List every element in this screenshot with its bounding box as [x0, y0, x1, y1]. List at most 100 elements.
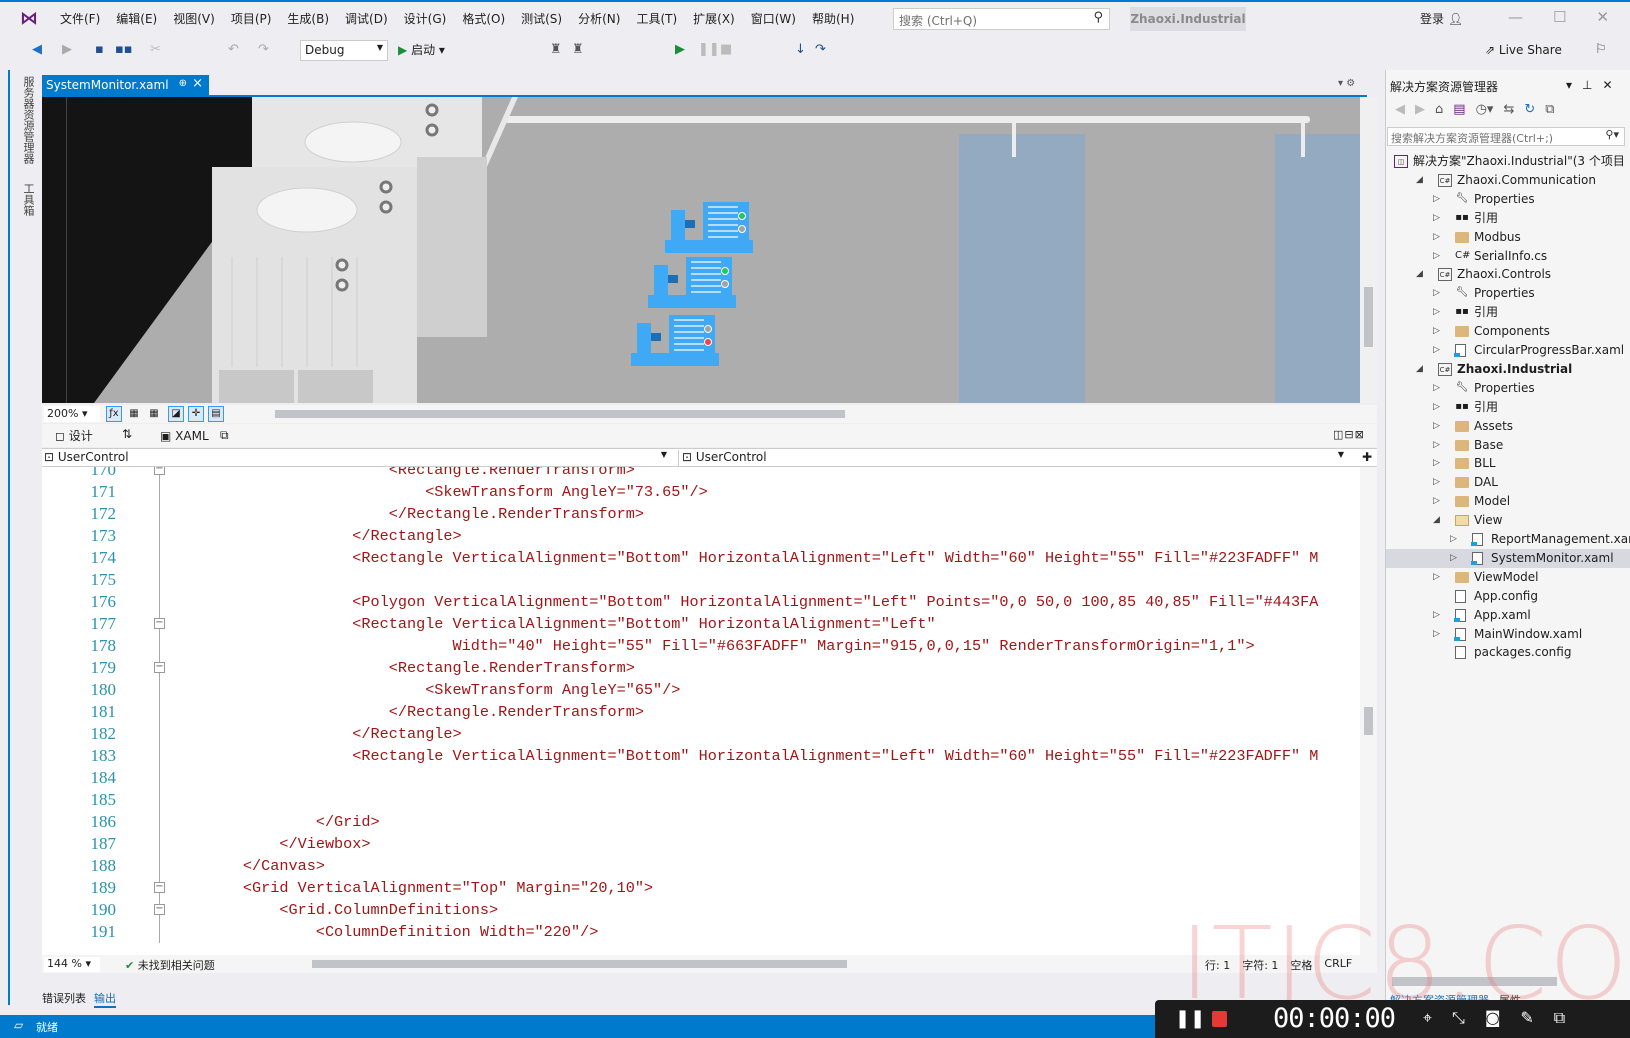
element-dropdown-right[interactable]: ⊡ UserControl ▼ [678, 450, 1346, 466]
menu-item[interactable]: 帮助(H) [804, 10, 862, 28]
scroll-thumb[interactable] [1364, 287, 1373, 347]
collapsed-arrow-icon[interactable]: ▷ [1433, 341, 1440, 360]
split-buttons[interactable]: ◫⊟⊠ [1333, 428, 1365, 441]
collapsed-arrow-icon[interactable]: ▷ [1433, 568, 1440, 587]
code-line[interactable]: </Rectangle.RenderTransform> [170, 701, 644, 723]
forward-icon[interactable]: ▶ [1415, 102, 1425, 117]
close-tab-icon[interactable]: × [192, 76, 203, 91]
code-line[interactable]: <Rectangle VerticalAlignment="Bottom" Ho… [170, 547, 1318, 569]
project-code-icon[interactable]: ▤ [208, 406, 224, 422]
collapsed-arrow-icon[interactable]: ▷ [1433, 473, 1440, 492]
tab-overflow-icon[interactable]: ▾ ⚙ [1338, 78, 1355, 89]
save-icon[interactable]: ▪ [95, 42, 104, 57]
stop-icon[interactable]: ■ [720, 42, 732, 57]
xaml-code-editor[interactable]: 170 − <Rectangle.RenderTransform> 171 <Ske… [42, 467, 1360, 955]
effects-icon[interactable]: ƒx [106, 406, 122, 422]
tree-item[interactable]: ▷ ▪▪ 引用 [1386, 303, 1630, 322]
designer-horizontal-scrollbar[interactable] [275, 410, 845, 418]
tree-item[interactable]: ▷ Components [1386, 322, 1630, 341]
tree-item[interactable]: ▷ ▪▪ 引用 [1386, 398, 1630, 417]
popout-icon[interactable]: ⧉ [220, 428, 229, 443]
region-icon[interactable]: ⌖ [1423, 1008, 1432, 1028]
menu-item[interactable]: 编辑(E) [108, 10, 165, 28]
code-line[interactable]: </Viewbox> [170, 833, 370, 855]
tree-item[interactable]: ▷ Assets [1386, 417, 1630, 436]
collapsed-arrow-icon[interactable]: ▷ [1433, 247, 1440, 266]
expanded-arrow-icon[interactable]: ◢ [1416, 171, 1423, 190]
tab-xaml[interactable]: ▣ XAML [160, 429, 209, 443]
search-input[interactable]: 搜索 (Ctrl+Q) ⚲ [893, 8, 1110, 30]
code-line[interactable]: <Grid VerticalAlignment="Top" Margin="20… [170, 877, 653, 899]
tab-output[interactable]: 输出 [94, 990, 116, 1008]
collapsed-arrow-icon[interactable]: ▷ [1433, 379, 1440, 398]
collapsed-arrow-icon[interactable]: ▷ [1450, 530, 1457, 549]
code-line[interactable]: </Canvas> [170, 855, 325, 877]
maximize-button[interactable]: ☐ [1553, 8, 1566, 26]
stop-record-button[interactable] [1212, 1011, 1227, 1027]
designer-vertical-scrollbar[interactable] [1360, 97, 1377, 403]
tree-item[interactable]: ▷ ReportManagement.xaml [1386, 530, 1630, 549]
menu-item[interactable]: 生成(B) [279, 10, 337, 28]
tree-item[interactable]: ▷ ViewModel [1386, 568, 1630, 587]
scroll-thumb[interactable] [1364, 707, 1373, 735]
minimize-button[interactable]: — [1508, 8, 1523, 26]
undo-icon[interactable]: ↶ [228, 42, 239, 57]
solution-search-input[interactable]: 搜索解决方案资源管理器(Ctrl+;) ⚲▾ [1387, 127, 1625, 146]
toolbox-tab[interactable]: 工具箱 [20, 183, 36, 216]
login-button[interactable]: 登录 👤︎ [1420, 10, 1463, 27]
server-explorer-tab[interactable]: 服务器资源管理器 [20, 76, 36, 164]
tree-item[interactable]: ▷ 🔧︎ Properties [1386, 379, 1630, 398]
code-line[interactable]: <Rectangle VerticalAlignment="Bottom" Ho… [170, 613, 935, 635]
menu-item[interactable]: 设计(G) [396, 10, 455, 28]
collapse-icon[interactable]: − [154, 904, 165, 915]
tree-item[interactable]: ▷ Model [1386, 492, 1630, 511]
forward-icon[interactable]: ▶ [62, 42, 72, 57]
tree-item[interactable]: ◢ C# Zhaoxi.Industrial [1386, 360, 1630, 379]
swap-panes-button[interactable]: ⇅ [122, 427, 132, 441]
tree-item[interactable]: ◢ C# Zhaoxi.Communication [1386, 171, 1630, 190]
code-line[interactable]: <SkewTransform AngleY="65"/> [170, 679, 680, 701]
collapsed-arrow-icon[interactable]: ▷ [1433, 454, 1440, 473]
live-share-button[interactable]: ⇗ Live Share [1485, 43, 1562, 57]
step-over-icon[interactable]: ↷ [815, 42, 826, 57]
tree-item[interactable]: ▷ 🔧︎ Properties [1386, 284, 1630, 303]
grid-icon[interactable]: ▦ [126, 406, 142, 422]
cut-icon[interactable]: ✂ [150, 42, 161, 57]
collapse-icon[interactable]: − [154, 618, 165, 629]
tree-item[interactable]: ▷ C# SerialInfo.cs [1386, 247, 1630, 266]
tree-item[interactable]: ▷ 🔧︎ Properties [1386, 190, 1630, 209]
explorer-horizontal-scrollbar[interactable] [1392, 977, 1557, 986]
tree-item[interactable]: ▷ BLL [1386, 454, 1630, 473]
expanded-arrow-icon[interactable]: ◢ [1433, 511, 1440, 530]
tree-item[interactable]: ▷ SystemMonitor.xaml [1386, 548, 1630, 568]
window-icon[interactable]: ⧉ [1554, 1008, 1565, 1028]
snap-lines-icon[interactable]: ✛ [188, 406, 204, 422]
menu-item[interactable]: 调试(D) [337, 10, 396, 28]
run-icon[interactable]: ▶ [675, 42, 685, 57]
tree-item[interactable]: packages.config [1386, 643, 1630, 662]
sync-icon[interactable]: ⇆ [1503, 102, 1514, 117]
code-line[interactable]: </Rectangle> [170, 525, 461, 547]
menu-item[interactable]: 工具(T) [628, 10, 685, 28]
menu-item[interactable]: 扩展(X) [685, 10, 743, 28]
collapsed-arrow-icon[interactable]: ▷ [1433, 209, 1440, 228]
redo-icon[interactable]: ↷ [258, 42, 269, 57]
feedback-icon[interactable]: ⚐ [1595, 42, 1607, 57]
menu-item[interactable]: 分析(N) [570, 10, 628, 28]
tree-item[interactable]: ▷ CircularProgressBar.xaml [1386, 341, 1630, 360]
pin-icon[interactable]: ⊥ [1582, 78, 1592, 92]
whitespace-indicator[interactable]: 空格 [1290, 957, 1312, 973]
artboard-icon[interactable]: ◪ [168, 406, 184, 422]
save-all-icon[interactable]: ▪▪ [115, 42, 133, 57]
back-icon[interactable]: ◀ [32, 42, 42, 57]
expanded-arrow-icon[interactable]: ◢ [1416, 360, 1423, 379]
code-line[interactable]: <Rectangle.RenderTransform> [170, 657, 635, 679]
refresh-icon[interactable]: ↻ [1524, 102, 1535, 117]
code-line[interactable]: <Rectangle.RenderTransform> [170, 467, 635, 481]
code-line[interactable]: <Rectangle VerticalAlignment="Bottom" Ho… [170, 745, 1318, 767]
menu-item[interactable]: 视图(V) [165, 10, 223, 28]
configuration-dropdown[interactable]: Debug ▼ [300, 40, 388, 61]
menu-item[interactable]: 窗口(W) [743, 10, 804, 28]
home-icon[interactable]: ⌂ [1435, 102, 1443, 117]
tree-item[interactable]: ▷ Modbus [1386, 228, 1630, 247]
